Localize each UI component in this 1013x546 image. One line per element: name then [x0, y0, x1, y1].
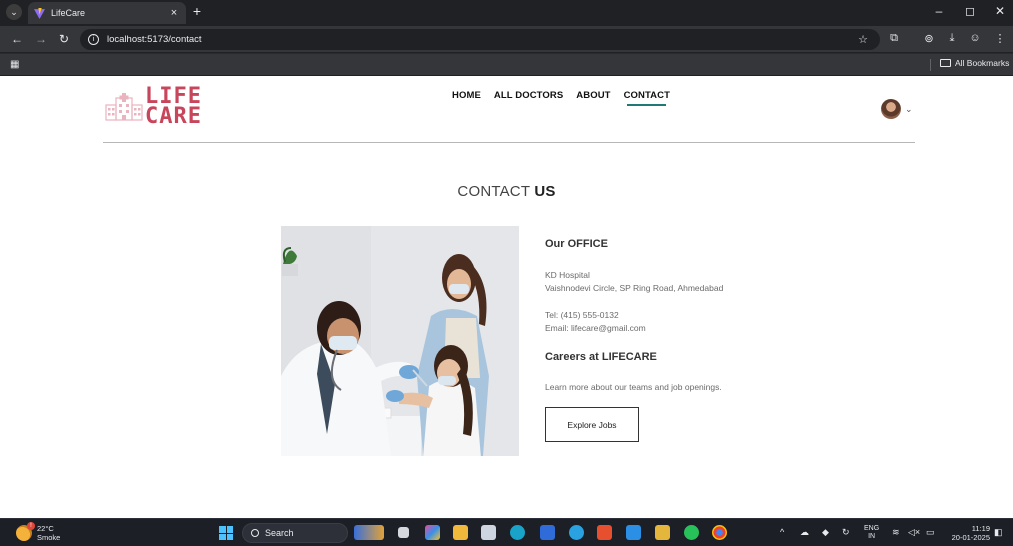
brave-icon[interactable] [597, 525, 612, 540]
menu-icon[interactable]: ⋮ [993, 32, 1007, 45]
vscode-icon[interactable] [626, 525, 641, 540]
logo-wordmark: LIFE CARE [145, 86, 202, 129]
sync-icon[interactable]: ↻ [842, 527, 850, 538]
back-icon[interactable]: ← [10, 32, 24, 46]
store-icon[interactable] [481, 525, 496, 540]
office-title: Our OFFICE [545, 238, 608, 250]
battery-icon[interactable]: ▭ [926, 527, 935, 538]
profile-menu[interactable]: ⌄ [881, 99, 913, 119]
bookmarks-bar: ▦ All Bookmarks [0, 53, 1013, 75]
browser-window: ⌄ LifeCare × + – ◻ ✕ ← → ↻ i localhost:5… [0, 0, 1013, 76]
office-address: KD Hospital Vaishnodevi Circle, SP Ring … [545, 269, 845, 295]
new-tab-icon[interactable]: + [190, 3, 204, 19]
chrome-icon[interactable] [712, 525, 727, 540]
nav-all-doctors[interactable]: ALL DOCTORS [494, 90, 563, 101]
media-icon[interactable]: ⊚ [922, 32, 936, 45]
tab-close-icon[interactable]: × [168, 7, 180, 19]
start-menu-icon[interactable] [219, 526, 233, 540]
temperature: 22°C [37, 524, 54, 533]
notification-icon[interactable]: ◧ [994, 527, 1003, 538]
search-label: Search [265, 528, 294, 538]
lang-line-1: ENG [864, 525, 880, 532]
careers-title: Careers at LIFECARE [545, 351, 657, 363]
bookmarks-divider [930, 59, 931, 71]
clock-time: 11:19 [971, 524, 990, 533]
windows-taskbar: ! 22°C Smoke Search ^ ☁ ◆ ↻ ENG IN ≋ ◁× … [0, 518, 1013, 546]
search-icon [251, 529, 259, 537]
medal-icon[interactable] [655, 525, 670, 540]
contact-image [281, 226, 519, 456]
tab-strip: ⌄ LifeCare × + – ◻ ✕ [0, 0, 1013, 24]
language-indicator[interactable]: ENG IN [864, 525, 879, 541]
copilot-icon[interactable] [425, 525, 440, 540]
weather-icon: ! [16, 522, 35, 541]
careers-text: Learn more about our teams and job openi… [545, 382, 722, 392]
restore-icon[interactable]: ◻ [963, 4, 977, 18]
close-window-icon[interactable]: ✕ [993, 4, 1007, 18]
site-info-icon[interactable]: i [88, 34, 99, 45]
page-title-bold: US [534, 183, 556, 200]
forward-icon[interactable]: → [34, 32, 48, 46]
taskbar-search[interactable]: Search [242, 523, 348, 543]
tab-search-button[interactable]: ⌄ [6, 4, 22, 20]
bookmark-star-icon[interactable]: ☆ [858, 33, 868, 46]
explore-jobs-button[interactable]: Explore Jobs [545, 407, 639, 442]
all-bookmarks-label: All Bookmarks [955, 58, 1010, 68]
site-navbar: LIFE CARE HOME ALL DOCTORS ABOUT CONTACT… [103, 76, 915, 143]
nav-about[interactable]: ABOUT [576, 90, 610, 101]
weather-widget[interactable]: ! 22°C Smoke [16, 522, 60, 542]
contact-info: Our OFFICE KD Hospital Vaishnodevi Circl… [545, 238, 845, 442]
phone-text: Tel: (415) 555-0132 [545, 310, 619, 320]
address-bar[interactable]: i localhost:5173/contact ☆ [80, 29, 880, 50]
avatar[interactable] [881, 99, 901, 119]
volume-icon[interactable]: ◁× [908, 527, 920, 538]
address-line-1: KD Hospital [545, 270, 590, 280]
extensions-icon[interactable]: ⧉ [887, 32, 901, 45]
system-clock[interactable]: 11:19 20-01-2025 [946, 524, 990, 542]
weather-condition: Smoke [37, 533, 61, 542]
widgets-icon[interactable] [354, 525, 384, 540]
main-nav: HOME ALL DOCTORS ABOUT CONTACT [452, 90, 670, 106]
download-icon[interactable]: ⤓ [945, 32, 959, 45]
file-explorer-icon[interactable] [453, 525, 468, 540]
lang-line-2: IN [868, 533, 876, 540]
page-title: CONTACT US [0, 183, 1013, 200]
clock-date: 20-01-2025 [951, 533, 990, 542]
apps-grid-icon[interactable]: ▦ [10, 59, 19, 70]
task-view-icon[interactable] [398, 527, 409, 538]
reload-icon[interactable]: ↻ [57, 32, 71, 46]
chevron-down-icon[interactable]: ⌄ [905, 104, 913, 115]
app-l-icon[interactable] [540, 525, 555, 540]
security-icon[interactable]: ◆ [822, 527, 829, 538]
folder-icon [940, 59, 951, 67]
logo-line-2: CARE [145, 104, 202, 129]
edge-icon[interactable] [510, 525, 525, 540]
browser-tab[interactable]: LifeCare × [28, 2, 186, 24]
address-line-2: Vaishnodevi Circle, SP Ring Road, Ahmeda… [545, 283, 724, 293]
email-text: Email: lifecare@gmail.com [545, 323, 646, 333]
nav-home[interactable]: HOME [452, 90, 481, 101]
cloud-icon[interactable]: ☁ [800, 527, 809, 538]
doctor-vaccination-image [281, 226, 519, 456]
page-content: LIFE CARE HOME ALL DOCTORS ABOUT CONTACT… [0, 76, 1013, 518]
minimize-icon[interactable]: – [932, 4, 946, 18]
weather-text: 22°C Smoke [37, 524, 60, 542]
browser-toolbar: ← → ↻ i localhost:5173/contact ☆ ⧉ ⊚ ⤓ ☺… [0, 26, 1013, 52]
page-title-light: CONTACT [457, 183, 530, 200]
vite-favicon-icon [34, 7, 45, 19]
wifi-icon[interactable]: ≋ [892, 527, 900, 538]
nav-contact[interactable]: CONTACT [624, 90, 670, 106]
lifecare-logo[interactable]: LIFE CARE [105, 86, 202, 129]
profile-icon[interactable]: ☺ [968, 32, 982, 44]
telegram-icon[interactable] [569, 525, 584, 540]
office-contact: Tel: (415) 555-0132 Email: lifecare@gmai… [545, 309, 845, 335]
tab-title: LifeCare [51, 8, 86, 18]
weather-alert-icon: ! [27, 522, 35, 530]
all-bookmarks-button[interactable]: All Bookmarks [940, 58, 1009, 68]
whatsapp-icon[interactable] [684, 525, 699, 540]
hospital-building-icon [105, 93, 143, 121]
url-text[interactable]: localhost:5173/contact [107, 34, 202, 45]
chevron-up-icon[interactable]: ^ [780, 527, 784, 537]
